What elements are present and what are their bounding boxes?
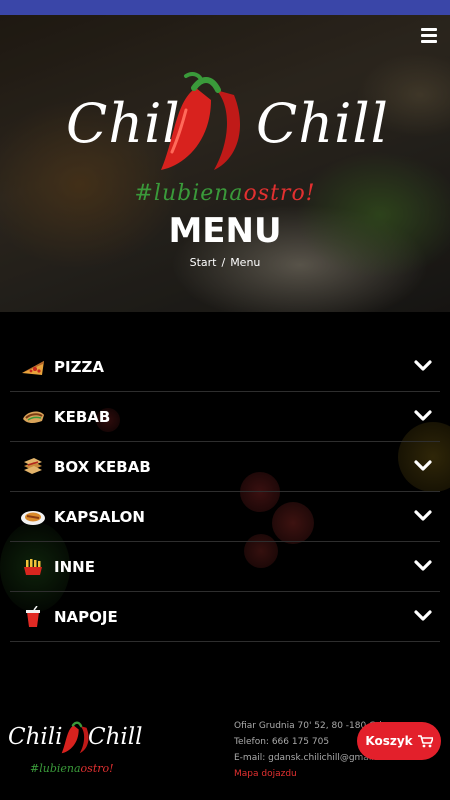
hamburger-icon[interactable] xyxy=(421,28,437,43)
menu-category-kebab[interactable]: KEBAB xyxy=(10,392,440,442)
cart-label: Koszyk xyxy=(365,734,413,748)
menu-category-kapsalon[interactable]: KAPSALON xyxy=(10,492,440,542)
box-kebab-icon xyxy=(20,456,46,478)
menu-category-inne[interactable]: INNE xyxy=(10,542,440,592)
menu-category-pizza[interactable]: PIZZA xyxy=(10,342,440,392)
footer-hashtag-part-ostro: ostro! xyxy=(80,762,114,775)
footer-hashtag-part-na: na xyxy=(66,762,81,775)
site-logo[interactable]: Chili Chill xyxy=(66,70,389,180)
menu-category-label: PIZZA xyxy=(54,357,104,376)
hashtag-part-na: na xyxy=(214,181,244,206)
footer-logo-word-right: Chill xyxy=(88,724,143,750)
menu-category-label: BOX KEBAB xyxy=(54,457,151,476)
footer-email[interactable]: E-mail: gdansk.chilichill@gmail. xyxy=(234,750,382,766)
footer-hashtag: #lubienaostro! xyxy=(30,762,114,775)
menu-category-label: KEBAB xyxy=(54,407,111,426)
chevron-down-icon[interactable] xyxy=(414,609,432,623)
kebab-icon xyxy=(20,406,46,428)
hero-banner: Chili Chill #lubienaostro! MENU Start / Me… xyxy=(0,15,450,312)
page-title: MENU xyxy=(168,211,282,251)
fries-icon xyxy=(20,556,46,578)
drink-icon xyxy=(20,605,46,628)
cart-button[interactable]: Koszyk xyxy=(357,722,441,760)
hashtag-slogan: #lubienaostro! xyxy=(0,181,450,206)
footer-map-link[interactable]: Mapa dojazdu xyxy=(234,766,382,782)
menu-category-label: KAPSALON xyxy=(54,507,145,526)
menu-section: PIZZA KEBAB BOX KEBAB KAPSALON INNE NAPO… xyxy=(0,312,450,700)
chevron-down-icon[interactable] xyxy=(414,509,432,523)
logo-word-right: Chill xyxy=(256,92,389,155)
breadcrumb-separator: / xyxy=(221,256,226,269)
chevron-down-icon[interactable] xyxy=(414,559,432,573)
menu-category-box-kebab[interactable]: BOX KEBAB xyxy=(10,442,440,492)
menu-category-label: INNE xyxy=(54,557,95,576)
footer-logo-word-left: Chili xyxy=(8,724,63,750)
status-bar xyxy=(0,0,450,15)
menu-category-label: NAPOJE xyxy=(54,607,118,626)
hashtag-part-lubie: #lubie xyxy=(134,181,215,206)
breadcrumb-home-link[interactable]: Start xyxy=(190,256,217,269)
hashtag-part-ostro: ostro! xyxy=(243,181,316,206)
kapsalon-icon xyxy=(20,506,46,528)
footer-hashtag-part-lubie: #lubie xyxy=(30,762,67,775)
chevron-down-icon[interactable] xyxy=(414,359,432,373)
chevron-down-icon[interactable] xyxy=(414,409,432,423)
menu-category-napoje[interactable]: NAPOJE xyxy=(10,592,440,642)
chevron-down-icon[interactable] xyxy=(414,459,432,473)
menu-category-list: PIZZA KEBAB BOX KEBAB KAPSALON INNE NAPO… xyxy=(10,342,440,642)
breadcrumb-current: Menu xyxy=(230,256,261,269)
breadcrumb: Start / Menu xyxy=(0,256,450,269)
chili-pepper-icon xyxy=(161,72,241,170)
cart-icon xyxy=(417,734,433,747)
pizza-icon xyxy=(20,356,46,378)
